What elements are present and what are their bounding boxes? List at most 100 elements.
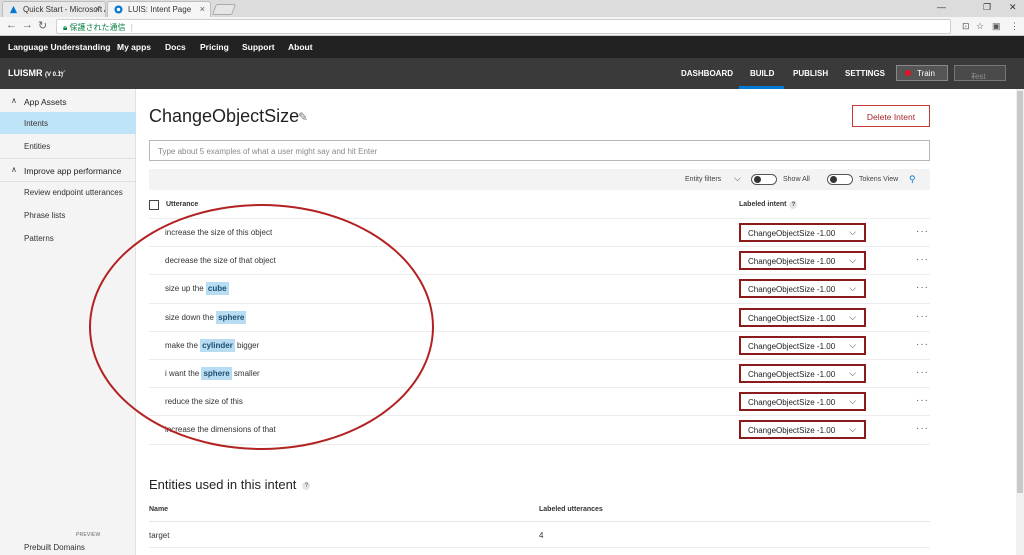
table-row[interactable]: i want the sphere smaller ChangeObjectSiz…	[149, 359, 930, 387]
address-bar-row: ← → ↻ 🔒︎ 保護された通信 | ⊡ ☆ ▣ ⋮	[0, 17, 1024, 36]
show-all-toggle[interactable]	[751, 174, 777, 185]
forward-icon[interactable]: →	[22, 19, 33, 31]
more-options-icon[interactable]: ···	[916, 226, 929, 237]
help-icon[interactable]: ?	[789, 201, 798, 209]
more-options-icon[interactable]: ···	[916, 311, 929, 322]
close-icon[interactable]: ×	[95, 4, 100, 14]
pencil-icon[interactable]: ✎	[298, 110, 308, 124]
entity-label[interactable]: sphere	[201, 367, 232, 380]
close-icon[interactable]: ×	[200, 4, 205, 14]
nav-docs[interactable]: Docs	[165, 42, 186, 52]
minimize-icon[interactable]: —	[937, 2, 946, 12]
window-close-icon[interactable]: ✕	[1009, 2, 1017, 13]
intent-dropdown[interactable]: ChangeObjectSize -1.00 ⌵	[739, 364, 866, 383]
intent-dropdown[interactable]: ChangeObjectSize -1.00 ⌵	[739, 335, 866, 355]
table-row[interactable]: increase the size of this object ChangeOb…	[149, 218, 930, 246]
sidebar-item-review-endpoint[interactable]: Review endpoint utterances	[0, 181, 136, 203]
entity-label[interactable]: cube	[205, 282, 229, 296]
sidebar-section-app-assets[interactable]: ∧ App Assets	[0, 91, 136, 111]
item-label: Entities	[24, 142, 51, 151]
tab-dashboard[interactable]: DASHBOARD	[681, 69, 733, 78]
utterance-text[interactable]: size up the cube	[165, 282, 229, 296]
chevron-down-icon[interactable]: ⌵	[734, 173, 741, 184]
show-all-label: Show All	[783, 176, 810, 183]
intent-dropdown[interactable]: ChangeObjectSize -1.00 ⌵	[739, 307, 866, 327]
table-row[interactable]: size down the sphere ChangeObjectSize -1.…	[149, 302, 930, 331]
star-icon[interactable]: ☆	[976, 21, 984, 32]
table-row[interactable]: reduce the size of this ChangeObjectSize …	[149, 387, 930, 415]
sidebar-item-phrase-lists[interactable]: Phrase lists	[0, 204, 136, 226]
browser-tab-quick-start[interactable]: Quick Start - Microsoft A ×	[2, 1, 106, 17]
more-options-icon[interactable]: ···	[916, 282, 929, 293]
search-icon[interactable]: ⚲	[909, 174, 916, 185]
test-button[interactable]: ⟵ Test	[954, 65, 1006, 81]
train-button[interactable]: Train	[896, 65, 948, 81]
more-options-icon[interactable]: ···	[916, 423, 929, 434]
sidebar-item-entities[interactable]: Entities	[0, 135, 136, 157]
intent-dropdown[interactable]: ChangeObjectSize -1.00 ⌵	[739, 420, 866, 440]
entity-label[interactable]: sphere	[216, 310, 247, 324]
sidebar-section-improve[interactable]: ∧ Improve app performance	[0, 160, 136, 180]
utterance-pre: decrease the size of that object	[165, 256, 276, 266]
top-navigation: Language Understanding My apps Docs Pric…	[0, 36, 1024, 58]
tab-build[interactable]: BUILD	[750, 69, 774, 78]
table-row[interactable]: increase the dimensions of that ChangeObj…	[149, 415, 930, 443]
utterance-text[interactable]: make the cylinder bigger	[165, 338, 259, 352]
utterance-text[interactable]: increase the size of this object	[165, 228, 272, 237]
help-icon[interactable]: ?	[302, 481, 311, 490]
scrollbar-thumb[interactable]	[1017, 91, 1023, 493]
intent-dropdown[interactable]: ChangeObjectSize -1.00 ⌵	[739, 223, 866, 242]
back-icon[interactable]: ←	[6, 19, 17, 31]
menu-icon[interactable]: ⋮	[1010, 21, 1019, 32]
nav-support[interactable]: Support	[242, 42, 275, 52]
utterance-text[interactable]: size down the sphere	[165, 310, 247, 324]
intent-value: ChangeObjectSize -1.00	[748, 398, 836, 408]
entity-label[interactable]: cylinder	[200, 338, 235, 352]
delete-intent-button[interactable]: Delete Intent	[852, 105, 930, 127]
entities-title-text: Entities used in this intent	[149, 477, 297, 492]
entity-filters-label[interactable]: Entity filters	[685, 176, 721, 183]
browser-tab-luis[interactable]: LUIS: Intent Page ×	[107, 1, 211, 17]
table-row[interactable]: decrease the size of that object ChangeOb…	[149, 246, 930, 274]
sidebar-item-intents[interactable]: Intents	[0, 112, 136, 134]
divider	[149, 547, 930, 548]
nav-pricing[interactable]: Pricing	[200, 42, 229, 52]
brand-link[interactable]: Language Understanding	[8, 42, 110, 52]
nav-my-apps[interactable]: My apps	[117, 42, 151, 52]
entity-name[interactable]: target	[149, 531, 169, 540]
utterance-text[interactable]: increase the dimensions of that	[165, 425, 276, 434]
select-all-checkbox[interactable]	[149, 200, 159, 210]
utterance-input[interactable]: Type about 5 examples of what a user mig…	[149, 140, 930, 161]
translate-icon[interactable]: ⊡	[962, 21, 970, 32]
utterance-text[interactable]: decrease the size of that object	[165, 256, 276, 265]
chevron-down-icon: ⌵	[849, 396, 856, 407]
extension-icon[interactable]: ▣	[992, 21, 1001, 32]
table-row[interactable]: make the cylinder bigger ChangeObjectSize…	[149, 330, 930, 359]
nav-about[interactable]: About	[288, 42, 313, 52]
app-switcher[interactable]: LUISMR (V 0.1)	[8, 68, 63, 78]
more-options-icon[interactable]: ···	[916, 367, 929, 378]
more-options-icon[interactable]: ···	[916, 339, 929, 350]
table-row[interactable]: size up the cube ChangeObjectSize -1.00 ⌵ ·…	[149, 274, 930, 302]
more-options-icon[interactable]: ···	[916, 254, 929, 265]
intent-dropdown[interactable]: ChangeObjectSize -1.00 ⌵	[739, 279, 866, 299]
reload-icon[interactable]: ↻	[38, 19, 47, 32]
intent-dropdown[interactable]: ChangeObjectSize -1.00 ⌵	[739, 251, 866, 271]
url-field[interactable]: 🔒︎ 保護された通信 |	[56, 19, 951, 34]
active-tab-indicator	[739, 86, 784, 89]
tab-settings[interactable]: SETTINGS	[845, 69, 885, 78]
maximize-icon[interactable]: ❐	[983, 2, 991, 13]
scrollbar[interactable]	[1016, 89, 1024, 555]
tab-publish[interactable]: PUBLISH	[793, 69, 828, 78]
intent-dropdown[interactable]: ChangeObjectSize -1.00 ⌵	[739, 392, 866, 412]
chevron-down-icon[interactable]: ⌵	[58, 66, 66, 77]
utterance-text[interactable]: reduce the size of this	[165, 397, 243, 406]
more-options-icon[interactable]: ···	[916, 395, 929, 406]
sidebar-item-patterns[interactable]: Patterns	[0, 227, 136, 249]
sidebar-item-prebuilt-domains[interactable]: Prebuilt Domains	[0, 536, 136, 555]
secure-label: 保護された通信	[69, 23, 126, 32]
tokens-view-toggle[interactable]	[827, 174, 853, 185]
filter-bar: Entity filters ⌵ Show All Tokens View ⚲	[149, 169, 930, 190]
new-tab-button[interactable]	[211, 4, 237, 15]
utterance-text[interactable]: i want the sphere smaller	[165, 367, 260, 380]
